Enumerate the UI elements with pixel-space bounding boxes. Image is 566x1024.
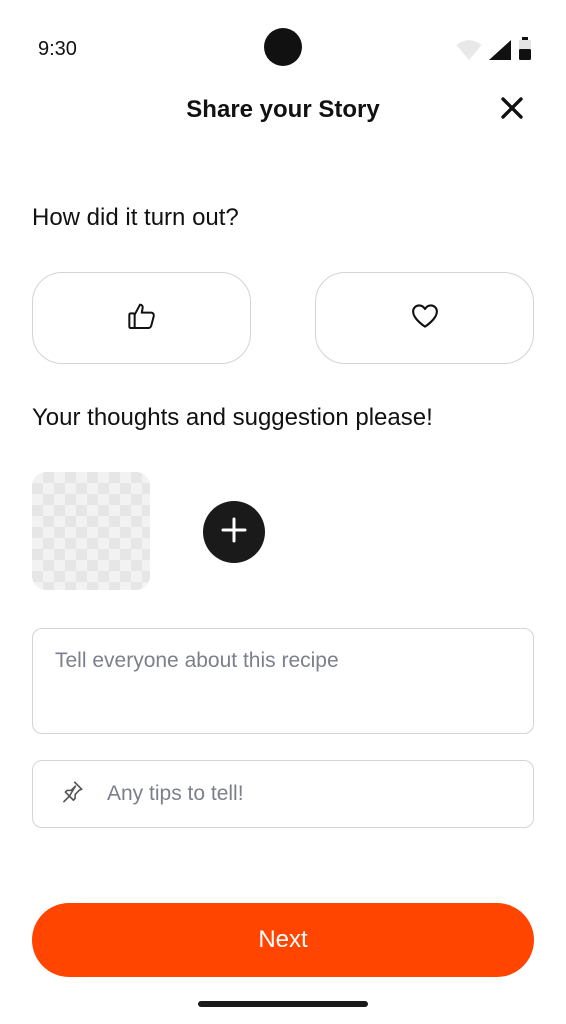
thumbs-up-icon	[126, 300, 158, 337]
add-photo-button[interactable]	[203, 501, 265, 563]
question-label: How did it turn out?	[32, 204, 239, 231]
feedback-label: Your thoughts and suggestion please!	[32, 404, 433, 431]
battery-icon	[518, 37, 532, 66]
wifi-icon	[456, 39, 482, 66]
story-input[interactable]	[55, 649, 511, 713]
close-button[interactable]	[498, 96, 526, 124]
plus-icon	[220, 516, 248, 549]
tips-field[interactable]	[32, 760, 534, 828]
heart-icon	[410, 301, 440, 336]
next-button[interactable]: Next	[32, 903, 534, 977]
tips-input[interactable]	[105, 781, 489, 807]
status-icons	[456, 37, 532, 66]
page-title: Share your Story	[186, 96, 380, 123]
heart-button[interactable]	[315, 272, 534, 364]
story-field[interactable]	[32, 628, 534, 734]
share-story-screen: 9:30 Share your Story How did it turn ou…	[0, 0, 566, 1024]
pin-icon	[59, 779, 85, 810]
home-indicator	[198, 1001, 368, 1007]
status-time: 9:30	[38, 38, 77, 60]
signal-icon	[488, 39, 512, 66]
close-icon	[500, 96, 524, 125]
thumbs-up-button[interactable]	[32, 272, 251, 364]
camera-cutout	[264, 28, 302, 66]
photo-placeholder[interactable]	[32, 472, 150, 590]
